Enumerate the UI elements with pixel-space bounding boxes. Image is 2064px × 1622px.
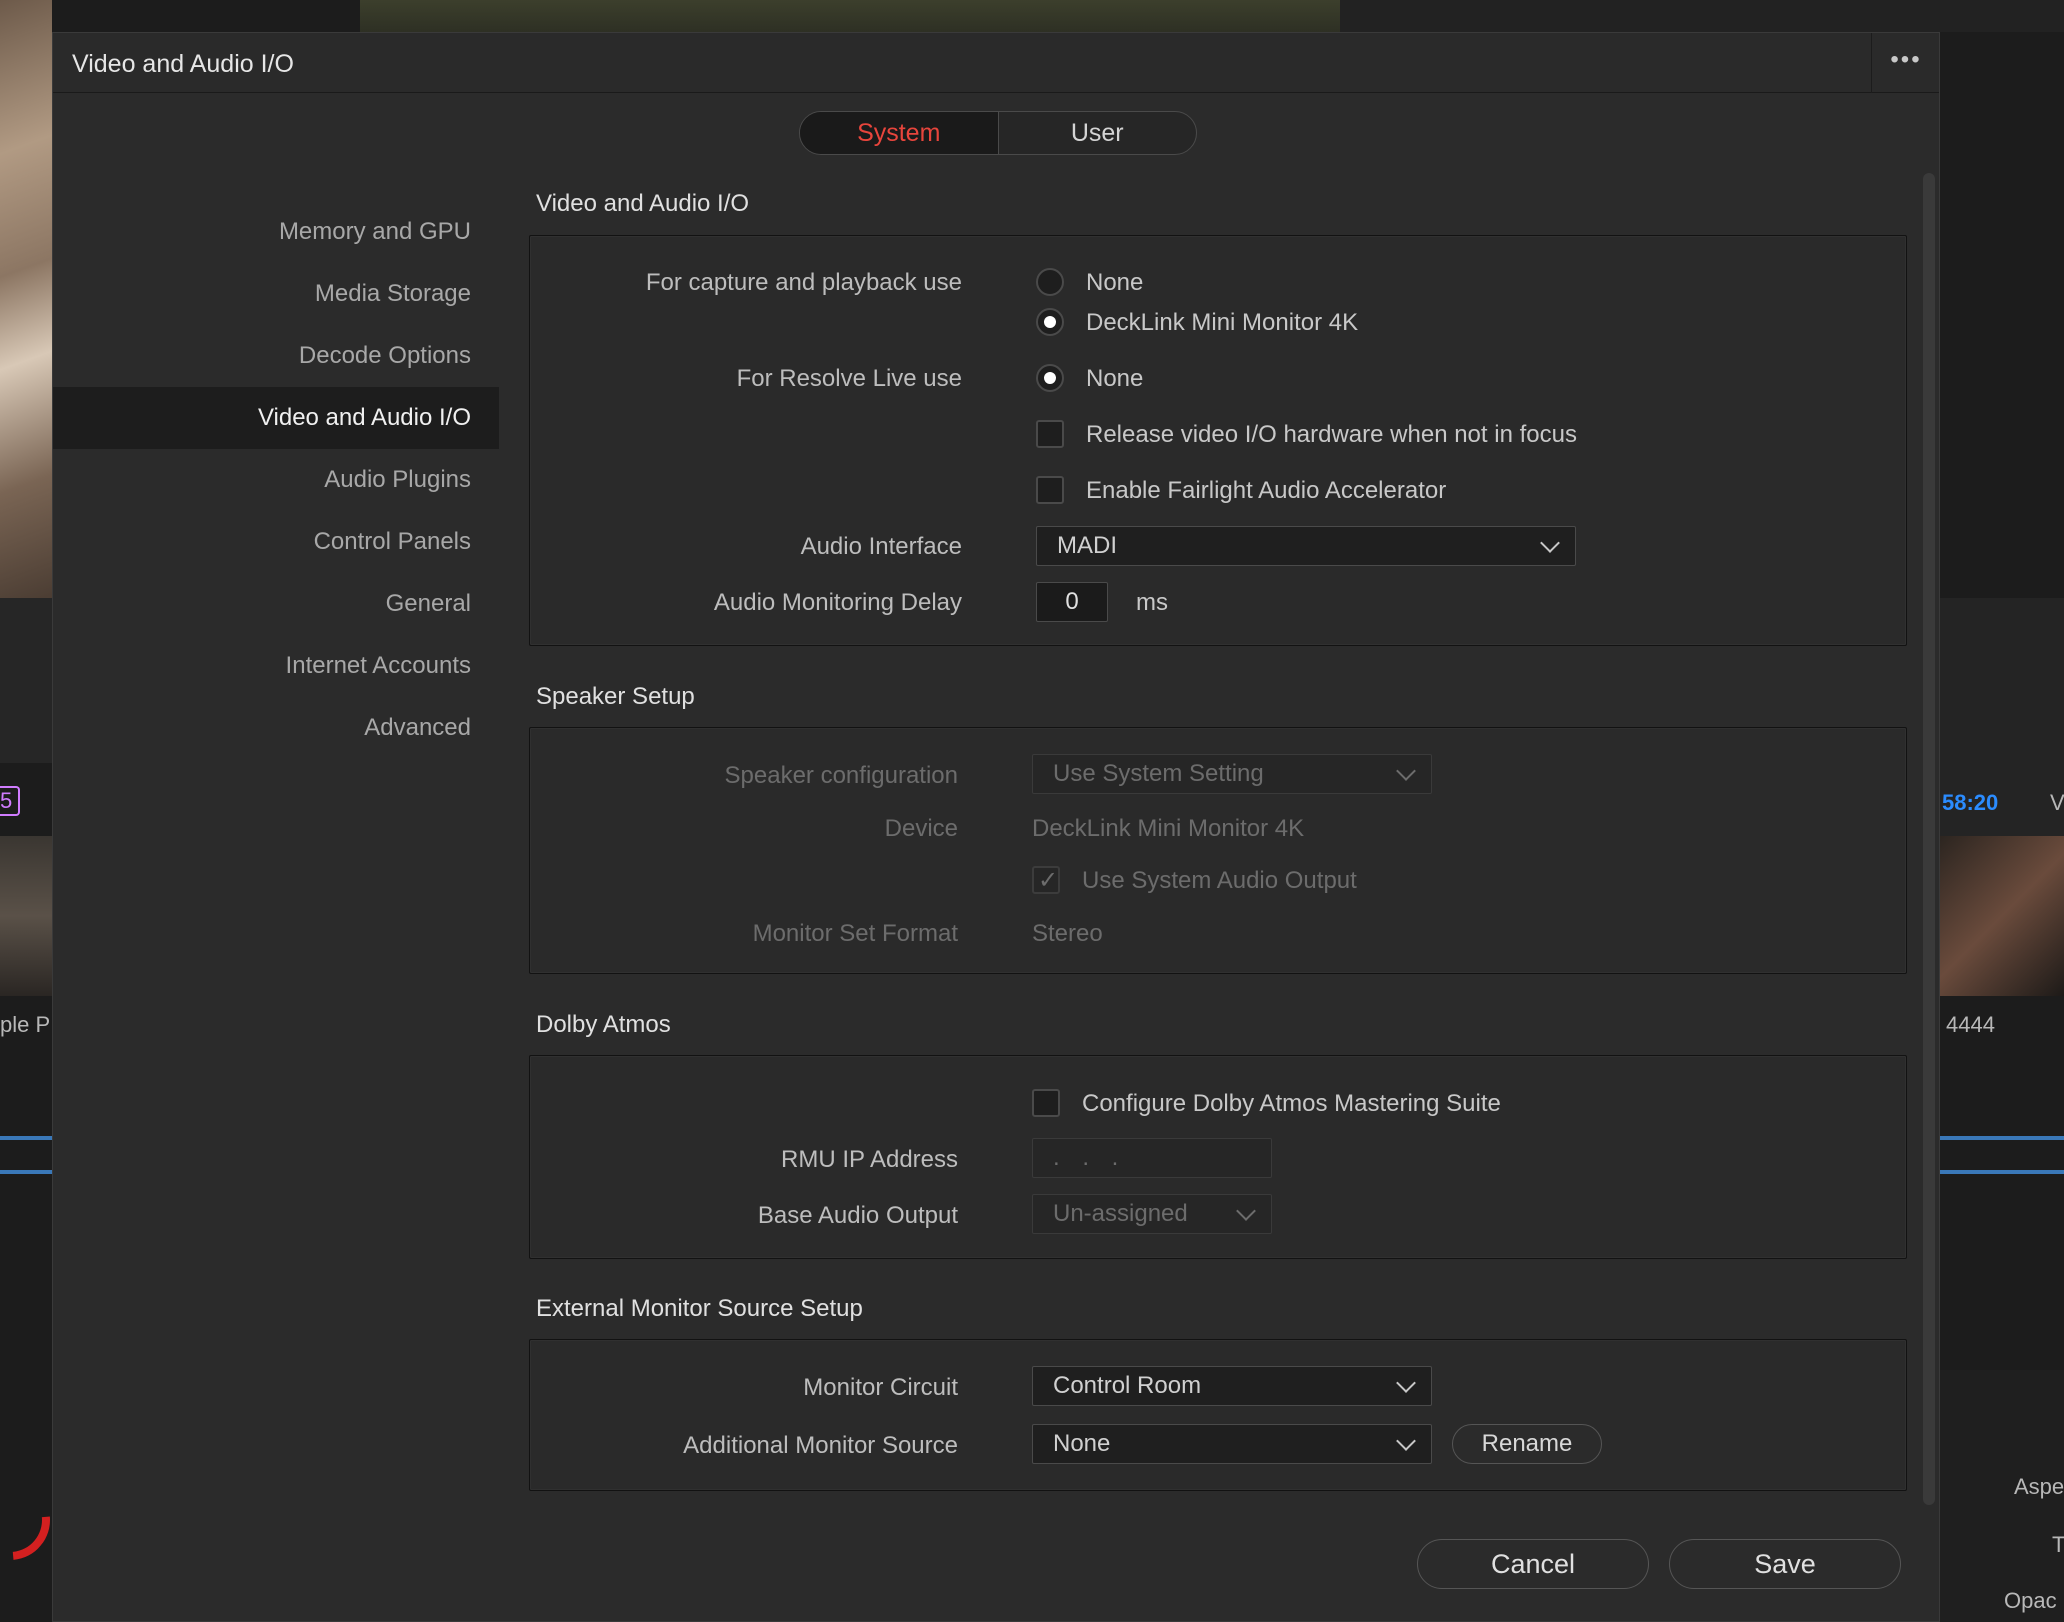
device-value: DeckLink Mini Monitor 4K [1032, 815, 1305, 842]
more-options-icon[interactable]: ••• [1886, 47, 1926, 77]
sidebar-item-internet-accounts[interactable]: Internet Accounts [53, 635, 499, 697]
section-title-video-audio-io: Video and Audio I/O [536, 190, 750, 217]
background-right-letter: V [2050, 790, 2064, 815]
background-viewer-image [0, 0, 52, 598]
speaker-config-label: Speaker configuration [724, 762, 958, 789]
chevron-down-icon [1396, 1431, 1416, 1451]
fairlight-accelerator-label: Enable Fairlight Audio Accelerator [1086, 477, 1447, 504]
dialog-title: Video and Audio I/O [72, 50, 294, 78]
rename-button[interactable]: Rename [1452, 1424, 1602, 1464]
sidebar-item-advanced[interactable]: Advanced [53, 697, 499, 759]
background-clip-label-right: 4444 [1946, 1012, 1995, 1037]
additional-monitor-source-value: None [1053, 1430, 1111, 1457]
background-viewer-strip [360, 0, 1340, 32]
capture-decklink-label: DeckLink Mini Monitor 4K [1086, 309, 1359, 336]
monitoring-delay-unit: ms [1136, 589, 1168, 616]
system-user-toggle: System User [799, 111, 1197, 155]
speaker-config-value: Use System Setting [1053, 760, 1264, 787]
rmu-ip-input[interactable]: . . . [1032, 1138, 1272, 1178]
rmu-ip-label: RMU IP Address [781, 1146, 958, 1173]
sidebar-item-control-panels[interactable]: Control Panels [53, 511, 499, 573]
vertical-scrollbar[interactable] [1923, 173, 1935, 1505]
device-label: Device [884, 815, 958, 842]
resolve-live-none-radio[interactable] [1036, 364, 1064, 392]
capture-decklink-radio[interactable] [1036, 308, 1064, 336]
section-title-external-monitor: External Monitor Source Setup [536, 1295, 863, 1322]
background-audio-track-left [0, 1136, 52, 1140]
speaker-config-dropdown[interactable]: Use System Setting [1032, 754, 1432, 794]
sidebar-item-media-storage[interactable]: Media Storage [53, 263, 499, 325]
save-button[interactable]: Save [1669, 1539, 1901, 1589]
background-audio-track-right [1940, 1136, 2064, 1140]
dolby-mastering-suite-label: Configure Dolby Atmos Mastering Suite [1082, 1090, 1501, 1117]
base-audio-output-dropdown[interactable]: Un-assigned [1032, 1194, 1272, 1234]
background-clip-thumbnail-right [1940, 836, 2064, 996]
audio-interface-value: MADI [1057, 532, 1117, 559]
capture-none-label: None [1086, 269, 1144, 296]
monitor-set-format-value: Stereo [1032, 920, 1103, 947]
audio-interface-label: Audio Interface [800, 533, 962, 560]
monitor-circuit-label: Monitor Circuit [803, 1374, 958, 1401]
monitoring-delay-input[interactable]: 0 [1036, 582, 1108, 622]
external-monitor-panel: Monitor Circuit Control Room Additional … [529, 1339, 1907, 1491]
background-clip-thumbnail-left [0, 836, 52, 996]
section-title-speaker-setup: Speaker Setup [536, 683, 695, 710]
preferences-dialog: Video and Audio I/O ••• System User Memo… [52, 32, 1940, 1622]
dolby-atmos-panel: Configure Dolby Atmos Mastering Suite RM… [529, 1055, 1907, 1259]
tab-user[interactable]: User [999, 112, 1197, 154]
tab-system[interactable]: System [800, 112, 999, 154]
monitor-set-format-label: Monitor Set Format [752, 920, 958, 947]
background-clip-label-left: ple P [0, 1012, 51, 1037]
release-hardware-checkbox[interactable] [1036, 420, 1064, 448]
audio-interface-dropdown[interactable]: MADI [1036, 526, 1576, 566]
additional-monitor-source-dropdown[interactable]: None [1032, 1424, 1432, 1464]
sidebar-item-memory-and-gpu[interactable]: Memory and GPU [53, 201, 499, 263]
cancel-button[interactable]: Cancel [1417, 1539, 1649, 1589]
chevron-down-icon [1396, 1373, 1416, 1393]
sidebar-item-general[interactable]: General [53, 573, 499, 635]
section-title-dolby-atmos: Dolby Atmos [536, 1011, 671, 1038]
background-scrubber [0, 598, 52, 763]
sidebar-item-decode-options[interactable]: Decode Options [53, 325, 499, 387]
system-audio-output-label: Use System Audio Output [1082, 867, 1357, 894]
titlebar-divider [1871, 33, 1872, 93]
background-aspect-label: Aspe [2014, 1474, 2064, 1499]
capture-playback-label: For capture and playback use [645, 269, 962, 296]
checkmark-icon: ✓ [1038, 867, 1059, 894]
dolby-mastering-suite-checkbox[interactable] [1032, 1089, 1060, 1117]
resolve-live-none-label: None [1086, 365, 1144, 392]
background-opacity-label: Opac [2004, 1588, 2057, 1613]
chevron-down-icon [1540, 533, 1560, 553]
dialog-titlebar: Video and Audio I/O ••• [53, 33, 1939, 93]
chevron-down-icon [1396, 761, 1416, 781]
chevron-down-icon [1236, 1201, 1256, 1221]
additional-monitor-source-label: Additional Monitor Source [683, 1432, 958, 1459]
background-node-area [1340, 0, 2064, 32]
background-timecode: 58:20 [1942, 790, 1999, 815]
system-audio-output-checkbox[interactable]: ✓ [1032, 866, 1060, 894]
resolve-live-label: For Resolve Live use [736, 365, 962, 392]
capture-none-radio[interactable] [1036, 268, 1064, 296]
background-audio-track-left-2 [0, 1170, 52, 1174]
sidebar-item-video-and-audio-io[interactable]: Video and Audio I/O [53, 387, 499, 449]
background-t-label: T [2052, 1532, 2064, 1557]
settings-sidebar: Memory and GPU Media Storage Decode Opti… [53, 201, 499, 759]
speaker-setup-panel: Speaker configuration Use System Setting… [529, 727, 1907, 974]
fairlight-accelerator-checkbox[interactable] [1036, 476, 1064, 504]
monitoring-delay-label: Audio Monitoring Delay [713, 589, 962, 616]
video-audio-io-panel: For capture and playback use None DeckLi… [529, 235, 1907, 646]
monitor-circuit-value: Control Room [1053, 1372, 1202, 1399]
background-badge-number: 5 [0, 788, 13, 813]
base-audio-output-value: Un-assigned [1053, 1200, 1188, 1227]
background-audio-track-right-2 [1940, 1170, 2064, 1174]
sidebar-item-audio-plugins[interactable]: Audio Plugins [53, 449, 499, 511]
base-audio-output-label: Base Audio Output [757, 1202, 958, 1229]
monitor-circuit-dropdown[interactable]: Control Room [1032, 1366, 1432, 1406]
release-hardware-label: Release video I/O hardware when not in f… [1086, 421, 1577, 448]
